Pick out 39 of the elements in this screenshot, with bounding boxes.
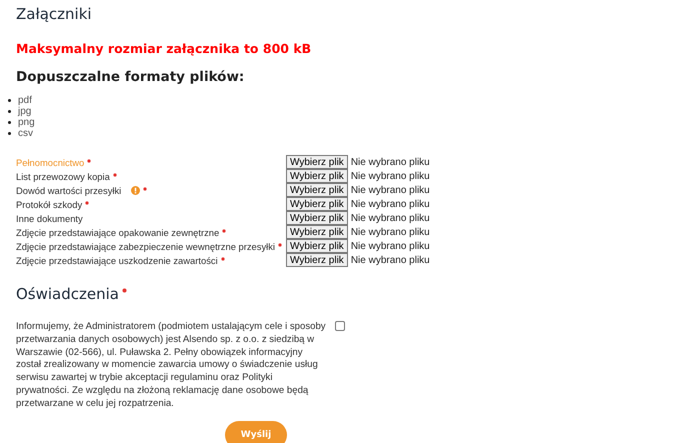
choose-file-button[interactable]: Wybierz plik	[286, 197, 348, 211]
consent-text: Informujemy, że Administratorem (podmiotem ustalającym cele i sposoby przetwarzania danych osobowych) jest Alsendo sp. z o.o. z siedzibą w Warszawie (02-566), ul. Puławska 2. Pełny obowiązek informacyjny został zrealizowany w momencie zawarcia umowy o świadczenie usług serwisu zawartej w trybie akceptacji regulaminu oraz Polityki prywatności. Ze względu na złożoną reklamację dane osobowe będą przetwarzane w celu jej rozpatrzenia.	[16, 321, 327, 411]
file-status: Nie wybrano pliku	[350, 212, 430, 224]
file-status: Nie wybrano pliku	[350, 254, 430, 266]
choose-file-button[interactable]: Wybierz plik	[286, 211, 348, 225]
file-status: Nie wybrano pliku	[350, 184, 430, 196]
format-item: png	[18, 117, 35, 128]
field-label: Zdjęcie przedstawiające zabezpieczenie wewnętrzne przesyłki	[16, 240, 275, 252]
bullet-icon	[8, 110, 11, 113]
size-notice: Maksymalny rozmiar załącznika to 800 kB	[16, 41, 312, 56]
file-status: Nie wybrano pliku	[350, 198, 430, 210]
field-label: Zdjęcie przedstawiające opakowanie zewnętrzne	[16, 226, 220, 238]
choose-file-button[interactable]: Wybierz plik	[286, 155, 348, 169]
field-label: Zdjęcie przedstawiające uszkodzenie zawartości	[16, 254, 218, 266]
file-status: Nie wybrano pliku	[350, 240, 430, 252]
file-status: Nie wybrano pliku	[350, 170, 430, 182]
choose-file-button[interactable]: Wybierz plik	[286, 253, 348, 267]
bullet-icon	[8, 121, 11, 124]
formats-heading: Dopuszczalne formaty plików:	[16, 69, 246, 85]
field-label: Dowód wartości przesyłki	[16, 184, 122, 196]
bullet-icon	[8, 99, 11, 102]
file-status: Nie wybrano pliku	[350, 226, 430, 238]
file-status: Nie wybrano pliku	[350, 156, 430, 168]
section-title: Oświadczenia	[16, 285, 119, 303]
choose-file-button[interactable]: Wybierz plik	[286, 169, 348, 183]
format-item: csv	[18, 128, 33, 139]
field-label: Protokół szkody	[16, 198, 82, 210]
bullet-icon	[8, 132, 11, 135]
choose-file-button[interactable]: Wybierz plik	[286, 225, 348, 239]
field-label: Pełnomocnictwo	[16, 156, 84, 168]
format-item: pdf	[18, 95, 32, 106]
field-label: List przewozowy kopia	[16, 170, 110, 182]
choose-file-button[interactable]: Wybierz plik	[286, 239, 348, 253]
info-icon[interactable]	[131, 186, 140, 194]
choose-file-button[interactable]: Wybierz plik	[286, 183, 348, 197]
section-title: Załączniki	[16, 4, 93, 25]
format-item: jpg	[18, 106, 32, 117]
field-label: Inne dokumenty	[16, 212, 83, 224]
consent-checkbox[interactable]	[335, 321, 345, 331]
